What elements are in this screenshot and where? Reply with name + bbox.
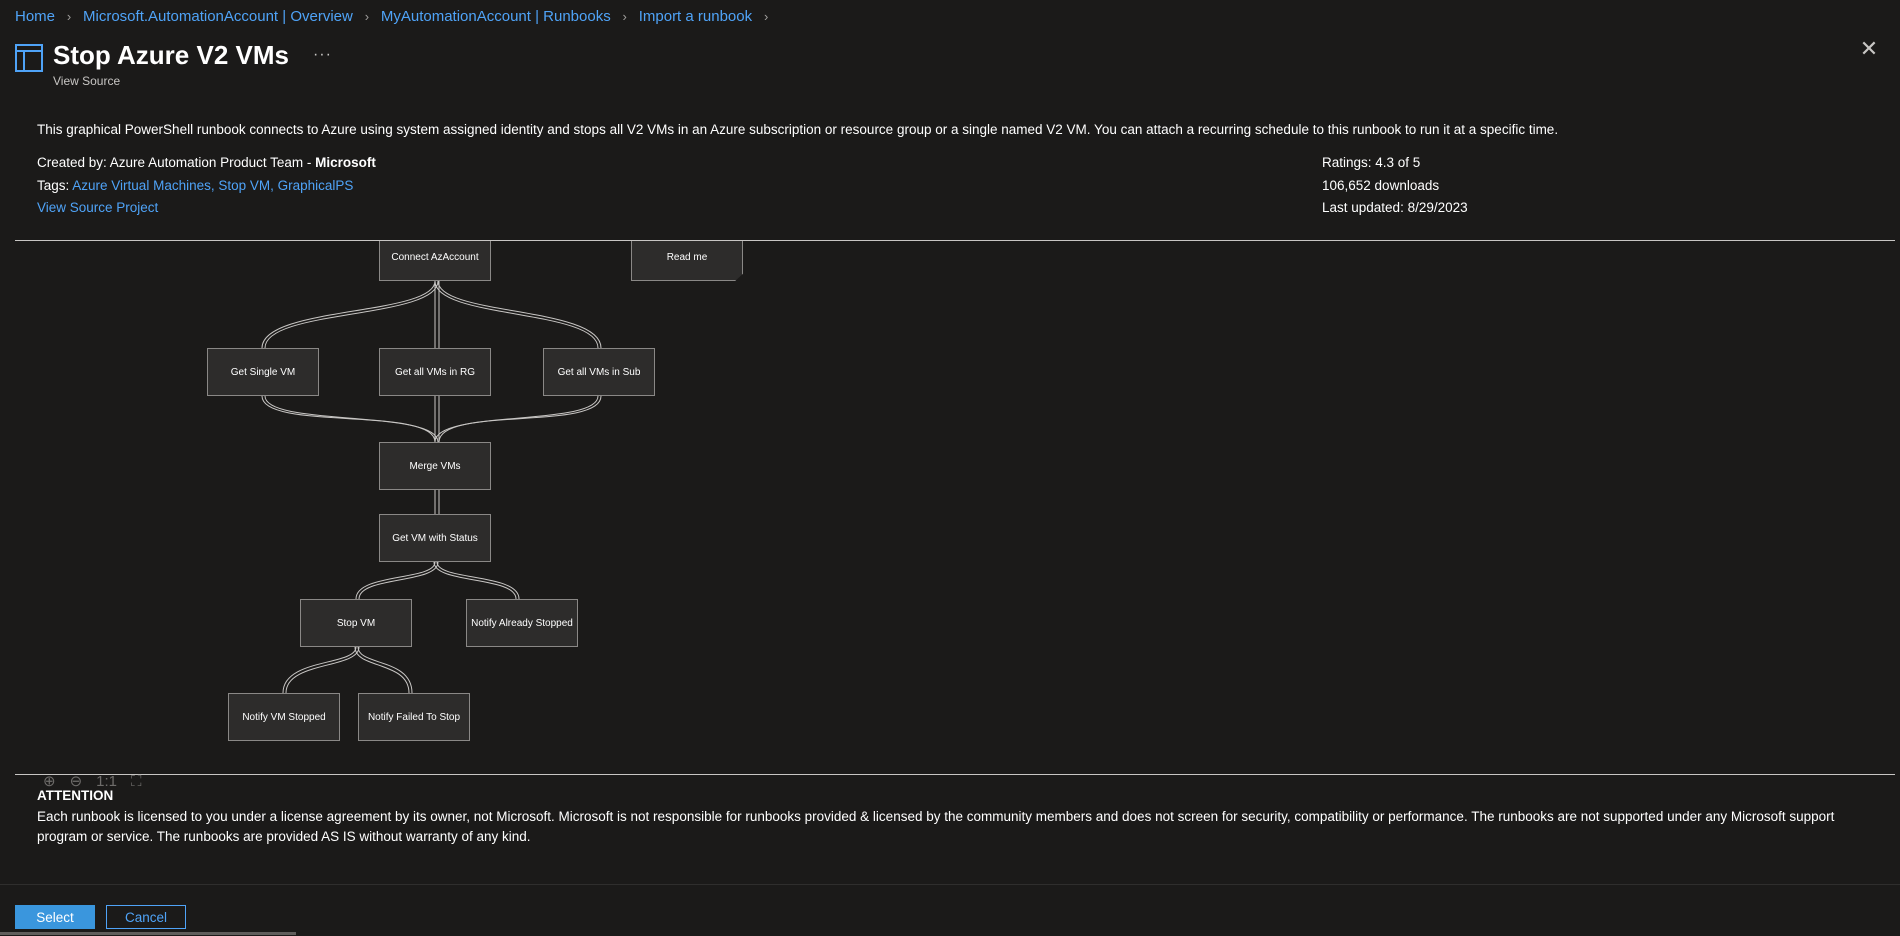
view-source-project-link[interactable]: View Source Project: [37, 200, 158, 215]
tags: Tags: Azure Virtual Machines, Stop VM, G…: [37, 175, 376, 198]
created-by-org: Microsoft: [315, 155, 376, 170]
attention-title: ATTENTION: [37, 788, 114, 803]
horizontal-scrollbar[interactable]: [0, 932, 296, 935]
chevron-right-icon: ›: [364, 9, 370, 24]
tags-link[interactable]: Azure Virtual Machines, Stop VM, Graphic…: [72, 178, 353, 193]
runbook-icon: [15, 44, 43, 72]
node-get-all-vms-in-sub[interactable]: Get all VMs in Sub: [543, 348, 655, 396]
breadcrumb-runbooks[interactable]: MyAutomationAccount | Runbooks: [381, 8, 611, 25]
footer-divider: [0, 884, 1900, 885]
node-stop-vm[interactable]: Stop VM: [300, 599, 412, 647]
breadcrumb-home[interactable]: Home: [15, 8, 55, 25]
created-by-label: Created by: Azure Automation Product Tea…: [37, 155, 316, 170]
node-notify-already-stopped[interactable]: Notify Already Stopped: [466, 599, 578, 647]
divider: [15, 774, 1895, 775]
node-get-vm-with-status[interactable]: Get VM with Status: [379, 514, 491, 562]
chevron-right-icon: ›: [622, 9, 627, 24]
node-notify-vm-stopped[interactable]: Notify VM Stopped: [228, 693, 340, 741]
page-title: Stop Azure V2 VMs: [53, 40, 289, 70]
node-notify-failed-to-stop[interactable]: Notify Failed To Stop: [358, 693, 470, 741]
node-get-all-vms-in-rg[interactable]: Get all VMs in RG: [379, 348, 491, 396]
breadcrumb-import-runbook[interactable]: Import a runbook: [639, 8, 752, 25]
breadcrumb: Home › Microsoft.AutomationAccount | Ove…: [15, 8, 772, 25]
attention-notice: ATTENTION Each runbook is licensed to yo…: [37, 787, 1867, 846]
chevron-right-icon: ›: [66, 9, 72, 24]
select-button[interactable]: Select: [15, 905, 95, 929]
runbook-meta-right: Ratings: 4.3 of 5 106,652 downloads Last…: [1322, 152, 1468, 220]
created-by: Created by: Azure Automation Product Tea…: [37, 152, 376, 175]
runbook-diagram[interactable]: Connect AzAccount Read me Get Single VM …: [15, 241, 1895, 774]
blade-header: Stop Azure V2 VMs ··· View Source: [15, 38, 332, 88]
node-merge-vms[interactable]: Merge VMs: [379, 442, 491, 490]
chevron-right-icon: ›: [763, 9, 769, 24]
cancel-button[interactable]: Cancel: [106, 905, 186, 929]
more-options-button[interactable]: ···: [313, 46, 332, 64]
attention-text: Each runbook is licensed to you under a …: [37, 809, 1835, 844]
tags-label: Tags:: [37, 177, 73, 193]
close-icon[interactable]: ✕: [1858, 38, 1880, 60]
runbook-description: This graphical PowerShell runbook connec…: [37, 122, 1559, 137]
ratings: Ratings: 4.3 of 5: [1322, 155, 1421, 170]
node-read-me[interactable]: Read me: [631, 241, 743, 281]
node-connect-azaccount[interactable]: Connect AzAccount: [379, 241, 491, 281]
breadcrumb-automation-account-overview[interactable]: Microsoft.AutomationAccount | Overview: [83, 8, 353, 25]
page-subtitle: View Source: [53, 74, 121, 88]
last-updated: Last updated: 8/29/2023: [1322, 200, 1468, 215]
runbook-meta-left: Created by: Azure Automation Product Tea…: [37, 152, 376, 220]
downloads: 106,652 downloads: [1322, 177, 1440, 193]
node-get-single-vm[interactable]: Get Single VM: [207, 348, 319, 396]
